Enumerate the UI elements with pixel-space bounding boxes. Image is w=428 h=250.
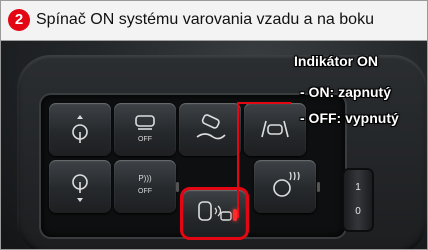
heated-steering-icon bbox=[273, 171, 300, 197]
wheel-value-top: 1 bbox=[355, 182, 361, 193]
leader-line-horizontal bbox=[237, 102, 291, 104]
figure-header: 2 Spínač ON systému varovania vzadu a na… bbox=[1, 1, 427, 41]
lane-assist-icon bbox=[261, 120, 289, 138]
car-drift-icon bbox=[196, 114, 226, 140]
steering-down-icon bbox=[72, 174, 88, 202]
callout-off: - OFF: vypnutý bbox=[300, 110, 399, 126]
parking-sensor-icon: P))) bbox=[138, 174, 152, 183]
stability-off-label: OFF bbox=[138, 136, 152, 143]
steering-adjust-button[interactable] bbox=[49, 103, 111, 156]
stability-off-button[interactable]: OFF bbox=[114, 103, 176, 156]
steering-up-down-icon bbox=[72, 115, 88, 143]
dashboard-photo: OFF P))) OFF 1 0 bbox=[1, 41, 427, 249]
heated-steering-button[interactable] bbox=[254, 160, 316, 213]
step-number-badge: 2 bbox=[8, 9, 30, 31]
callout-on: - ON: zapnutý bbox=[300, 84, 391, 100]
car-off-icon bbox=[135, 115, 155, 130]
wheel-value-bottom: 0 bbox=[355, 206, 361, 217]
lane-assist-button[interactable] bbox=[244, 103, 306, 156]
illumination-thumbwheel[interactable]: 1 0 bbox=[344, 170, 372, 230]
figure-title: Spínač ON systému varovania vzadu a na b… bbox=[36, 11, 374, 28]
leader-line-vertical bbox=[237, 102, 239, 218]
on-indicator-light bbox=[233, 209, 237, 221]
parking-sensor-button[interactable]: P))) OFF bbox=[114, 160, 176, 213]
steering-down-button[interactable] bbox=[49, 160, 111, 213]
manual-figure: 2 Spínač ON systému varovania vzadu a na… bbox=[0, 0, 428, 250]
parking-sensor-off-label: OFF bbox=[138, 188, 152, 195]
button-divider bbox=[176, 182, 179, 192]
button-divider bbox=[317, 182, 320, 192]
callout-title: Indikátor ON bbox=[294, 53, 379, 69]
hill-descent-button[interactable] bbox=[179, 103, 241, 156]
